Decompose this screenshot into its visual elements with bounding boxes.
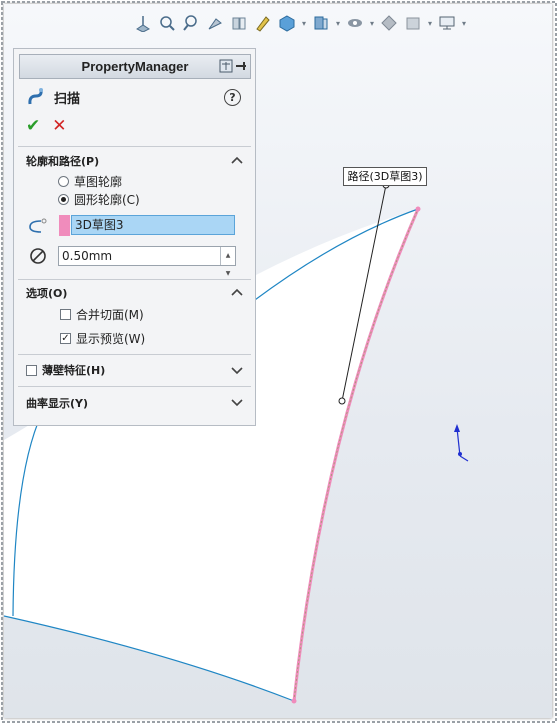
cancel-button[interactable]: ✕	[52, 116, 66, 136]
heads-up-view-toolbar: ▾ ▾ ▾ ▾ ▾	[132, 12, 468, 34]
graphics-area[interactable]: ▾ ▾ ▾ ▾ ▾ 路径(3D草图3) PropertyManager 扫描 ?…	[4, 4, 552, 718]
pin-icon[interactable]	[235, 59, 247, 73]
section-profile-path-title[interactable]: 轮廓和路径(P)	[26, 153, 99, 169]
path-selection-icon	[29, 218, 47, 233]
screen-capture-dropdown-icon[interactable]: ▾	[460, 13, 468, 33]
diameter-value: 0.50mm	[62, 249, 113, 263]
path-color-swatch	[59, 215, 70, 236]
section-curvature-display-title[interactable]: 曲率显示(Y)	[26, 395, 88, 411]
dynamic-annotation-icon[interactable]	[252, 13, 274, 33]
radio-sketch-profile-label: 草图轮廓	[74, 175, 123, 189]
checkbox-show-preview-box[interactable]: ✓	[60, 333, 71, 344]
callout-attach-point	[338, 397, 346, 405]
property-manager-title-bar: PropertyManager	[19, 54, 251, 79]
separator	[18, 386, 251, 387]
radio-sketch-profile-indicator[interactable]	[58, 176, 69, 187]
display-style-icon[interactable]	[276, 13, 298, 33]
section-options-title[interactable]: 选项(O)	[26, 285, 67, 301]
ok-button[interactable]: ✔	[26, 116, 40, 136]
checkbox-thin-feature-box[interactable]	[26, 364, 37, 376]
path-end-point[interactable]	[291, 698, 297, 704]
previous-view-icon[interactable]	[204, 13, 226, 33]
reference-triad-icon	[454, 424, 469, 462]
diameter-icon	[30, 248, 46, 264]
zoom-area-icon[interactable]	[180, 13, 202, 33]
path-start-point[interactable]	[415, 206, 421, 212]
feature-name: 扫描	[54, 91, 81, 107]
property-manager-title: PropertyManager	[81, 59, 189, 74]
view-settings-dropdown-icon[interactable]: ▾	[426, 13, 434, 33]
section-view-icon[interactable]	[228, 13, 250, 33]
feature-header: 扫描	[26, 87, 80, 107]
help-icon[interactable]: ?	[224, 89, 241, 106]
spin-down-icon[interactable]: ▼	[221, 265, 235, 283]
diameter-spinner[interactable]: ▲ ▼	[220, 247, 235, 277]
property-manager-panel: PropertyManager 扫描 ? ✔ ✕ 轮廓和路径(P) 草图轮廓 圆…	[13, 48, 256, 426]
view-orientation-icon[interactable]	[132, 13, 154, 33]
radio-circular-profile[interactable]: 圆形轮廓(C)	[58, 191, 140, 208]
radio-circular-profile-indicator[interactable]	[58, 194, 69, 205]
edit-appearance-icon[interactable]	[344, 13, 366, 33]
checkbox-merge-tangent-faces-label: 合并切面(M)	[76, 308, 144, 322]
expand-chevron-icon[interactable]	[231, 397, 243, 407]
expand-panel-icon[interactable]	[219, 59, 233, 73]
separator	[18, 279, 251, 280]
separator	[18, 146, 251, 147]
display-style-dropdown-icon[interactable]: ▾	[300, 13, 308, 33]
edit-appearance-dropdown-icon[interactable]: ▾	[368, 13, 376, 33]
diameter-input[interactable]: 0.50mm ▲ ▼	[58, 246, 236, 277]
expand-chevron-icon[interactable]	[231, 365, 243, 375]
path-selection-box[interactable]: 3D草图3	[71, 215, 235, 235]
screen-capture-icon[interactable]	[436, 13, 458, 33]
path-callout-label[interactable]: 路径(3D草图3)	[343, 167, 427, 186]
sweep-feature-icon	[28, 88, 43, 105]
view-settings-icon[interactable]	[402, 13, 424, 33]
hide-show-dropdown-icon[interactable]: ▾	[334, 13, 342, 33]
checkbox-merge-tangent-faces[interactable]: 合并切面(M)	[60, 306, 144, 323]
apply-scene-icon[interactable]	[378, 13, 400, 33]
collapse-chevron-icon[interactable]	[231, 155, 243, 165]
hide-show-icon[interactable]	[310, 13, 332, 33]
checkbox-merge-tangent-faces-box[interactable]	[60, 309, 71, 320]
radio-sketch-profile[interactable]: 草图轮廓	[58, 173, 122, 190]
separator	[18, 354, 251, 355]
collapse-chevron-icon[interactable]	[231, 287, 243, 297]
zoom-to-fit-icon[interactable]	[156, 13, 178, 33]
spin-up-icon[interactable]: ▲	[221, 247, 235, 265]
checkbox-show-preview-label: 显示预览(W)	[76, 332, 146, 346]
section-thin-feature[interactable]: 薄壁特征(H)	[26, 362, 105, 378]
checkbox-show-preview[interactable]: ✓ 显示预览(W)	[60, 330, 145, 347]
radio-circular-profile-label: 圆形轮廓(C)	[74, 193, 140, 207]
section-thin-feature-title: 薄壁特征(H)	[42, 364, 106, 377]
